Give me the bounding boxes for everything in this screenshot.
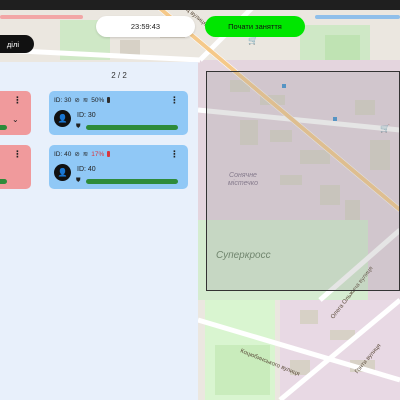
wifi-icon: ≋ — [82, 151, 89, 158]
more-menu-icon[interactable]: ⋮ — [170, 96, 179, 105]
status-bar — [0, 0, 400, 10]
page-indicator: 2 / 2 — [111, 70, 127, 80]
more-menu-icon[interactable]: ⋮ — [13, 96, 22, 105]
device-progress-bar — [0, 125, 7, 130]
chevron-down-icon[interactable]: ⌄ — [12, 115, 19, 124]
device-id-label: ID: 30 — [77, 112, 96, 119]
devices-panel: 2 / 2 ⋮ ⌄ ⋮ ID: 30 ⊘ ≋ 50% ⋮ 👤 ID: 30 ⛊ … — [0, 62, 198, 400]
no-signal-icon: ⊘ — [74, 151, 80, 158]
device-progress-bar — [86, 125, 178, 130]
device-id-label: ID: 40 — [77, 166, 96, 173]
device-card[interactable]: ⋮ ⌄ — [0, 91, 31, 135]
device-progress-bar — [0, 179, 7, 184]
battery-percent: 17% — [91, 150, 105, 158]
wifi-icon: ≋ — [82, 97, 89, 104]
more-menu-icon[interactable]: ⋮ — [13, 150, 22, 159]
device-card[interactable]: ID: 40 ⊘ ≋ 17% ⋮ 👤 ID: 40 ⛊ — [49, 145, 188, 189]
left-progress-bar — [0, 15, 83, 19]
device-status-id: ID: 30 — [54, 96, 72, 104]
user-avatar-icon: 👤 — [54, 110, 71, 127]
sections-button[interactable]: ділі — [0, 35, 34, 53]
shop-icon: 🛒 — [248, 36, 258, 45]
device-status-row: ID: 30 ⊘ ≋ 50% — [54, 96, 111, 104]
shield-icon: ⛊ — [76, 124, 81, 130]
device-status-id: ID: 40 — [54, 150, 72, 158]
battery-icon — [107, 97, 111, 103]
session-timer: 23:59:43 — [96, 16, 195, 37]
device-card[interactable]: ⋮ — [0, 145, 31, 189]
user-avatar-icon: 👤 — [54, 164, 71, 181]
no-signal-icon: ⊘ — [74, 97, 80, 104]
start-session-button[interactable]: Почати заняття — [205, 16, 305, 37]
device-status-row: ID: 40 ⊘ ≋ 17% — [54, 150, 111, 158]
battery-percent: 50% — [91, 96, 105, 104]
device-progress-bar — [86, 179, 178, 184]
map-zone-rectangle[interactable] — [206, 71, 400, 291]
more-menu-icon[interactable]: ⋮ — [170, 150, 179, 159]
right-progress-bar — [315, 15, 400, 19]
battery-low-icon — [107, 151, 111, 157]
device-card[interactable]: ID: 30 ⊘ ≋ 50% ⋮ 👤 ID: 30 ⛊ — [49, 91, 188, 135]
shield-icon: ⛊ — [76, 178, 81, 184]
